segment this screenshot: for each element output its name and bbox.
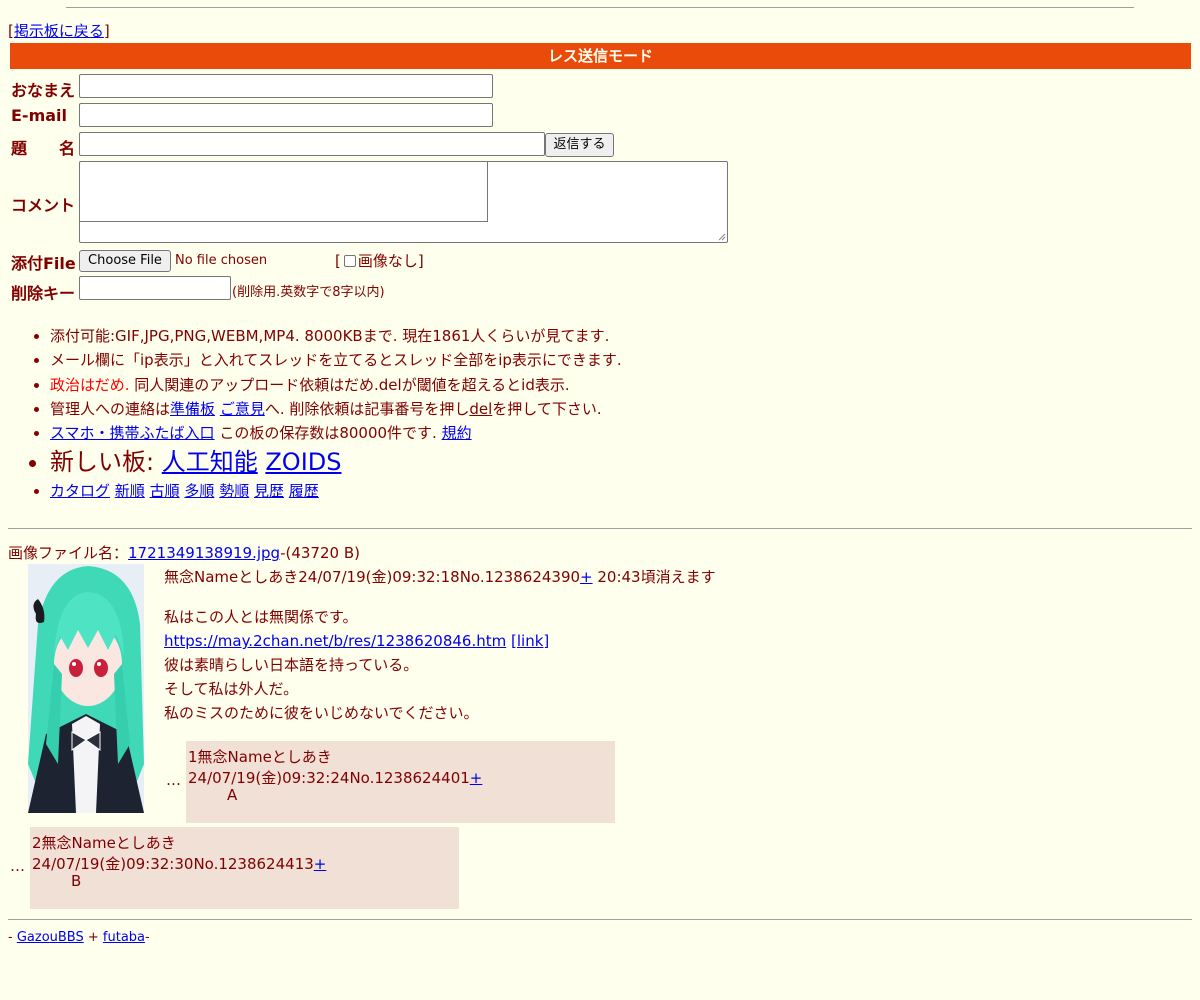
comment-label: コメント: [11, 196, 76, 215]
gazoubbs-link[interactable]: GazouBBS: [17, 930, 84, 945]
ai-board-link[interactable]: 人工知能: [162, 448, 258, 476]
rule-upload-text: 添付可能:GIF,JPG,PNG,WEBM,MP4. 8000KBまで. 現在1…: [50, 327, 610, 345]
op-link-tag[interactable]: [link]: [511, 632, 549, 650]
choose-file-button[interactable]: Choose File: [79, 250, 171, 272]
file-info: 画像ファイル名：1721349138919.jpg-(43720 B): [8, 542, 360, 563]
contact-text-a: 管理人への連絡は: [50, 399, 171, 418]
file-label: 添付File: [11, 254, 76, 273]
reply-submit-button[interactable]: 返信する: [545, 133, 614, 157]
sort-momentum-link[interactable]: 勢順: [219, 482, 249, 500]
new-boards-text: 新しい板:: [50, 448, 162, 477]
back-nav: [掲示板に戻る]: [8, 20, 110, 41]
op-url-link[interactable]: https://may.2chan.net/b/res/1238620846.h…: [164, 632, 506, 650]
bracket-close: ]: [103, 22, 110, 40]
noimage-bracket-close: ]: [417, 252, 424, 270]
image-file-link[interactable]: 1721349138919.jpg: [128, 544, 280, 562]
rule-item-sort-links: カタログ 新順 古順 多順 勢順 見歴 履歴: [50, 479, 622, 503]
footer-prefix: -: [8, 930, 17, 945]
anime-girl-thumbnail-icon: [28, 564, 144, 813]
reply-post: 1無念Nameとしあき24/07/19(金)09:32:24No.1238624…: [186, 741, 615, 823]
op-post-body: 私はこの人とは無関係です。 https://may.2chan.net/b/re…: [164, 605, 549, 725]
op-meta: 無念Nameとしあき24/07/19(金)09:32:18No.12386243…: [164, 568, 581, 586]
sort-many-link[interactable]: 多順: [184, 482, 214, 500]
board-rules-list: 添付可能:GIF,JPG,PNG,WEBM,MP4. 8000KBまで. 現在1…: [24, 324, 622, 504]
contact-text-c: を押して下さい.: [492, 399, 602, 418]
reply-body: B: [71, 872, 82, 890]
comment-textarea[interactable]: [79, 161, 728, 243]
sort-new-link[interactable]: 新順: [115, 482, 145, 500]
politics-warning: 政治はだめ.: [50, 375, 130, 394]
email-input[interactable]: [79, 103, 493, 127]
prep-board-link[interactable]: 準備板: [170, 400, 215, 418]
reply-header: 2無念Nameとしあき24/07/19(金)09:32:30No.1238624…: [32, 832, 459, 874]
no-image-option: [ 画像なし]: [335, 250, 424, 271]
rule-item-mobile: スマホ・携帯ふたば入口 この板の保存数は80000件です. 規約: [50, 421, 622, 445]
view-history-link[interactable]: 見歴: [254, 482, 284, 500]
op-link-line: https://may.2chan.net/b/res/1238620846.h…: [164, 629, 549, 653]
subject-label: 題 名: [11, 139, 76, 158]
rule-item-new-boards: 新しい板: 人工知能 ZOIDS: [50, 445, 622, 479]
email-label: E-mail: [11, 106, 68, 125]
feedback-link[interactable]: ご意見: [220, 400, 265, 418]
reply-post: 2無念Nameとしあき24/07/19(金)09:32:30No.1238624…: [30, 827, 459, 909]
op-body-line: そして私は外人だ。: [164, 680, 299, 698]
reply-marker: …: [10, 857, 25, 875]
rule-item-contact: 管理人への連絡は準備板 ご意見へ. 削除依頼は記事番号を押しdelを押して下さい…: [50, 397, 622, 421]
no-image-label: 画像なし: [357, 252, 418, 270]
mobile-entrance-link[interactable]: スマホ・携帯ふたば入口: [50, 424, 215, 442]
op-body-line: 彼は素晴らしい日本語を持っている。: [164, 656, 419, 674]
file-info-label: 画像ファイル名：: [8, 544, 129, 562]
rule-ip-text: メール欄に「ip表示」と入れてスレッドを立てるとスレッド全部をip表示にできます…: [50, 351, 622, 370]
footer-sep: +: [83, 930, 103, 945]
reply-plus-link[interactable]: +: [314, 855, 327, 873]
top-divider: [66, 7, 1134, 8]
futaba-link[interactable]: futaba: [103, 930, 145, 945]
contact-text-b: へ. 削除依頼は記事番号を押し: [264, 399, 470, 418]
back-to-board-link[interactable]: 掲示板に戻る: [14, 22, 104, 40]
name-label: おなまえ: [11, 81, 76, 100]
post-history-link[interactable]: 履歴: [289, 482, 319, 500]
terms-link[interactable]: 規約: [442, 424, 472, 442]
reply-mode-header: レス送信モード: [10, 43, 1191, 69]
reply-marker: …: [166, 771, 181, 789]
rule-politics-text: 同人関連のアップロード依頼はだめ.delが閾値を超えるとid表示.: [129, 375, 570, 394]
file-size: -(43720 B): [280, 544, 360, 562]
op-post-header: 無念Nameとしあき24/07/19(金)09:32:18No.12386243…: [164, 566, 716, 587]
del-word: del: [469, 399, 493, 418]
noimage-bracket-open: [: [335, 252, 341, 270]
thread-thumbnail[interactable]: [28, 564, 144, 813]
rule-item-ip: メール欄に「ip表示」と入れてスレッドを立てるとスレッド全部をip表示にできます…: [50, 348, 622, 372]
file-status: No file chosen: [175, 253, 268, 268]
reply-meta: 1無念Nameとしあき24/07/19(金)09:32:24No.1238624…: [188, 748, 470, 787]
delete-key-input[interactable]: [79, 276, 231, 300]
name-input[interactable]: [79, 74, 493, 98]
rule-item-upload: 添付可能:GIF,JPG,PNG,WEBM,MP4. 8000KBまで. 現在1…: [50, 324, 622, 348]
sort-old-link[interactable]: 古順: [150, 482, 180, 500]
subject-input[interactable]: [79, 132, 545, 156]
delete-key-note: (削除用.英数字で8字以内): [232, 285, 385, 300]
thread-divider: [8, 528, 1192, 529]
zoids-board-link[interactable]: ZOIDS: [265, 448, 341, 476]
footer-credits: - GazouBBS + futaba-: [8, 930, 150, 945]
op-body-line: 私のミスのために彼をいじめないでください。: [164, 704, 479, 722]
op-expire-text: 20:43頃消えます: [592, 568, 716, 586]
footer-divider: [8, 919, 1192, 920]
resize-handle-icon[interactable]: [718, 233, 726, 241]
op-body-line: 私はこの人とは無関係です。: [164, 608, 358, 626]
op-plus-link[interactable]: +: [580, 568, 593, 586]
delete-key-label: 削除キー: [11, 284, 76, 303]
reply-header: 1無念Nameとしあき24/07/19(金)09:32:24No.1238624…: [188, 746, 615, 788]
no-image-checkbox[interactable]: [343, 255, 356, 267]
rule-item-politics: 政治はだめ. 同人関連のアップロード依頼はだめ.delが閾値を超えるとid表示.: [50, 373, 622, 397]
reply-meta: 2無念Nameとしあき24/07/19(金)09:32:30No.1238624…: [32, 834, 314, 873]
catalog-link[interactable]: カタログ: [50, 482, 110, 500]
reply-body: A: [227, 786, 238, 804]
storage-text: この板の保存数は80000件です.: [214, 424, 442, 443]
reply-plus-link[interactable]: +: [470, 769, 483, 787]
textarea-inner-guide: [80, 162, 488, 222]
footer-suffix: -: [145, 930, 150, 945]
